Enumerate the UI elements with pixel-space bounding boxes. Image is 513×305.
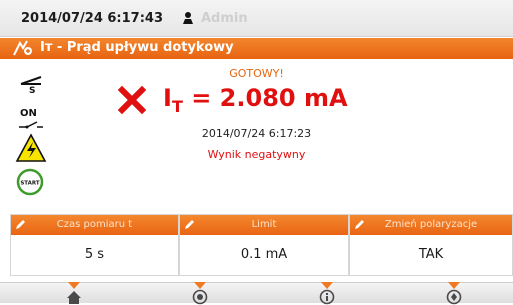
result-symbol: I — [163, 84, 172, 112]
result-value: IT = 2.080 mA — [163, 84, 348, 116]
result-verdict: Wynik negatywny — [207, 148, 306, 161]
edit-pencil-icon — [16, 220, 25, 229]
svg-text:S: S — [29, 86, 35, 94]
memory-button[interactable] — [186, 282, 214, 305]
switch-on-label: ON — [20, 108, 37, 119]
measurement-timestamp: 2014/07/24 6:17:23 — [201, 127, 312, 140]
parameter-panel: Czas pomiaru t 5 s Limit 0.1 mA Zmień po… — [10, 214, 513, 276]
page-title: Iᴛ - Prąd upływu dotykowy — [40, 40, 234, 55]
measurement-status: GOTOWY! — [229, 67, 284, 80]
param-limit[interactable]: Limit 0.1 mA — [179, 214, 349, 276]
param-value: 0.1 mA — [240, 247, 288, 262]
settings-button[interactable] — [440, 282, 468, 305]
info-button[interactable] — [313, 282, 341, 305]
user-icon — [183, 12, 193, 24]
result-number: = 2.080 mA — [191, 84, 348, 112]
param-label: Zmień polaryzacje — [384, 219, 478, 230]
leakage-current-icon — [13, 40, 32, 56]
param-polarity[interactable]: Zmień polaryzacje TAK — [349, 214, 513, 276]
fail-x-icon — [118, 86, 146, 114]
param-measurement-time[interactable]: Czas pomiaru t 5 s — [10, 214, 179, 276]
title-bar: Iᴛ - Prąd upływu dotykowy — [0, 38, 513, 59]
user-name: Admin — [201, 11, 248, 26]
datetime: 2014/07/24 6:17:43 — [21, 11, 164, 26]
result-symbol-subscript: T — [171, 97, 183, 116]
param-label: Limit — [251, 219, 277, 230]
param-label: Czas pomiaru t — [56, 219, 133, 230]
edit-pencil-icon — [185, 220, 194, 229]
bottom-nav — [0, 282, 513, 305]
param-value: 5 s — [84, 247, 105, 262]
status-bar: 2014/07/24 6:17:43 Admin — [0, 0, 513, 37]
param-value: TAK — [418, 247, 444, 262]
edit-pencil-icon — [355, 220, 364, 229]
home-button[interactable] — [60, 282, 88, 304]
start-button-icon[interactable]: START — [16, 168, 44, 196]
start-label: START — [20, 181, 40, 187]
